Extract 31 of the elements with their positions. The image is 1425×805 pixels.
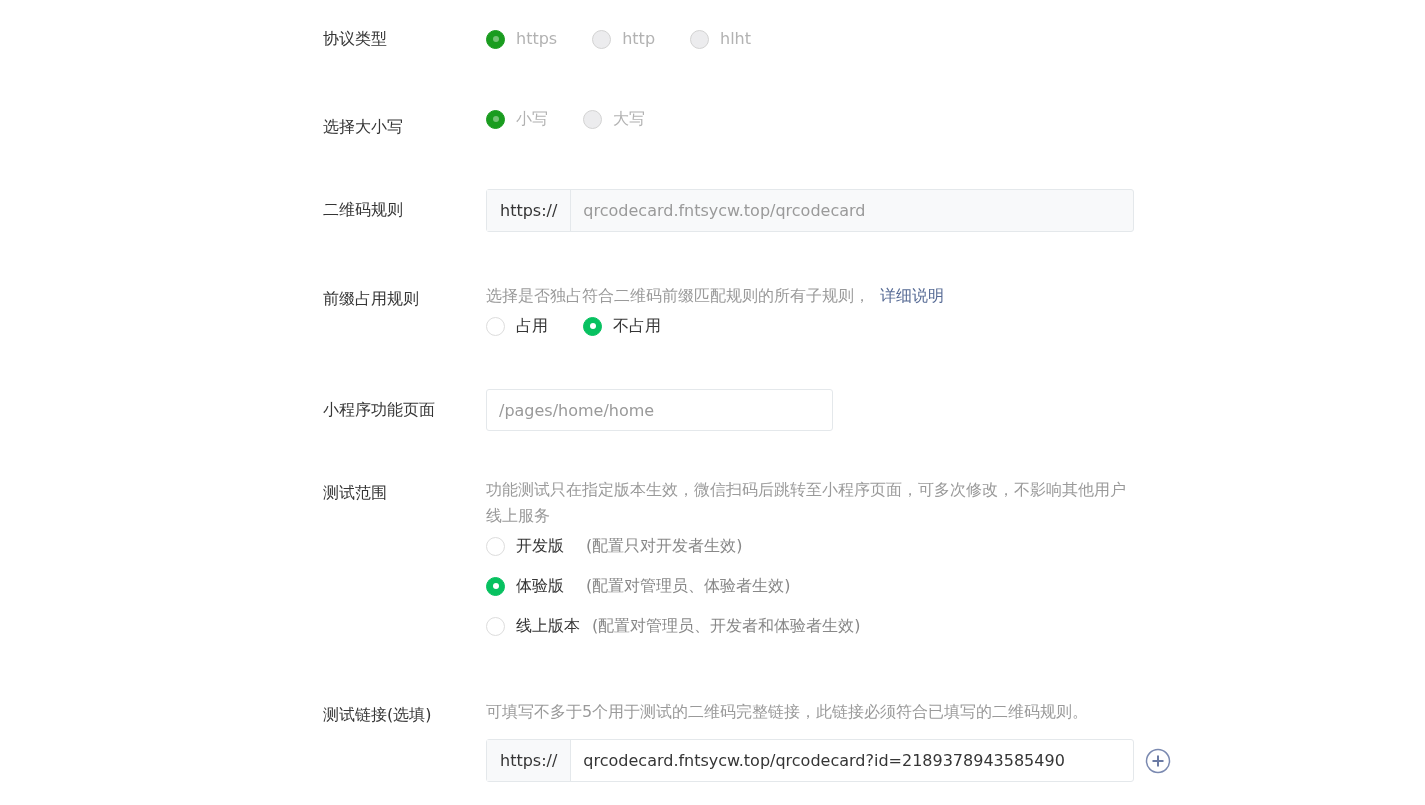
field-label: 前缀占用规则 — [323, 288, 420, 310]
option-label: 大写 — [613, 108, 645, 130]
option-label: 占用 — [516, 315, 548, 337]
field-label: 小程序功能页面 — [323, 399, 436, 421]
hint-text: 选择是否独占符合二维码前缀匹配规则的所有子规则， — [486, 286, 870, 305]
hint-text: 可填写不多于5个用于测试的二维码完整链接，此链接必须符合已填写的二维码规则。 — [486, 702, 1089, 721]
field-label: 选择大小写 — [323, 116, 404, 138]
option-label: https — [516, 28, 558, 50]
url-input-field[interactable]: https:// qrcodecard.fntsycw.top/qrcodecard?id=2189378943585490 — [486, 739, 1134, 782]
hint-text: 功能测试只在指定版本生效，微信扫码后跳转至小程序页面，可多次修改，不影响其他用户线上服务 — [486, 480, 1126, 525]
page-path-input[interactable]: /pages/home/home — [486, 389, 833, 431]
option-note: (配置只对开发者生效) — [586, 535, 743, 557]
radio-button[interactable] — [583, 316, 602, 336]
option-note: (配置对管理员、体验者生效) — [586, 575, 791, 597]
details-link[interactable]: 详细说明 — [880, 286, 944, 305]
field-label: 测试范围 — [323, 482, 388, 504]
url-prefix: https:// — [487, 740, 572, 781]
field-label: 协议类型 — [323, 28, 388, 50]
field-label: 测试链接(选填) — [323, 704, 433, 726]
option-label: 开发版 — [516, 535, 564, 557]
field-label: 二维码规则 — [323, 199, 404, 221]
option-label: 小写 — [516, 108, 548, 130]
option-note: (配置对管理员、开发者和体验者生效) — [592, 615, 861, 637]
option-label: 体验版 — [516, 575, 564, 597]
option-label: http — [622, 28, 656, 50]
radio-button[interactable] — [486, 576, 505, 596]
url-prefix: https:// — [487, 190, 572, 231]
option-label: 线上版本 — [516, 615, 580, 637]
option-label: hlht — [720, 28, 752, 50]
add-icon[interactable] — [1145, 747, 1171, 774]
option-label: 不占用 — [613, 315, 661, 337]
